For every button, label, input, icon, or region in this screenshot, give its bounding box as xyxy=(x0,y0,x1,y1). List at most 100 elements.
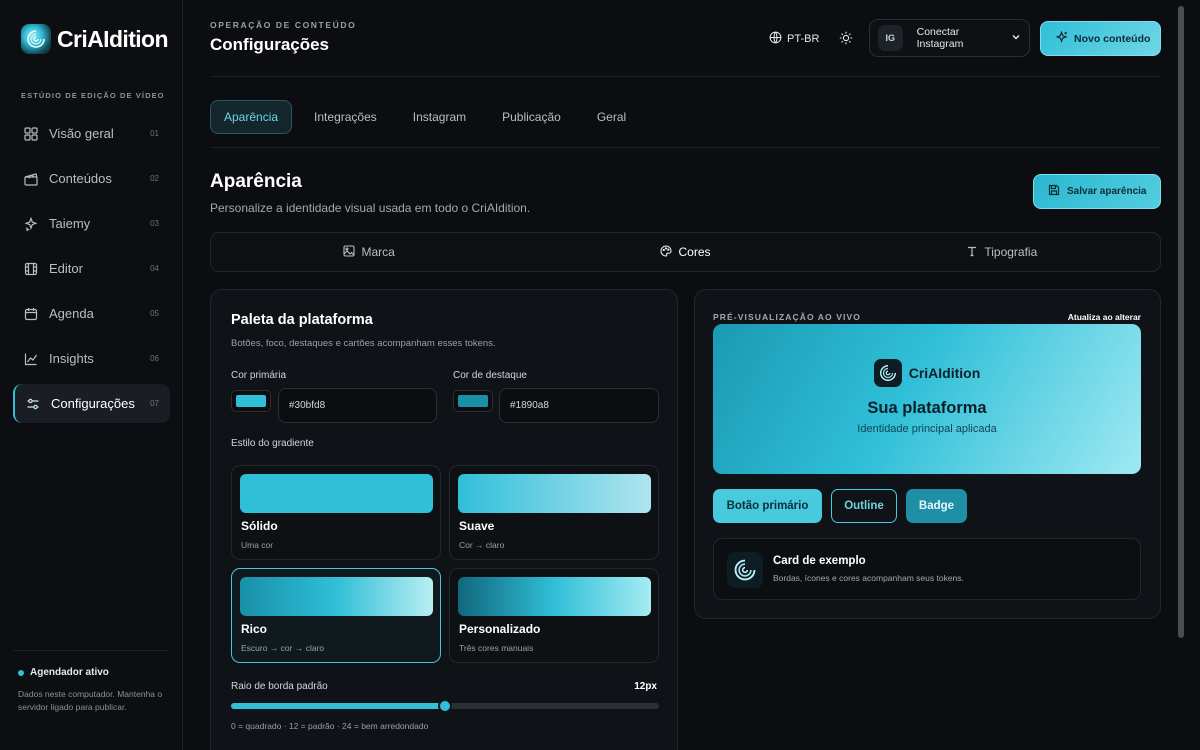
tab-integracoes[interactable]: Integrações xyxy=(300,100,391,134)
sidebar-item-configuracoes[interactable]: Configurações 07 xyxy=(13,384,170,423)
new-content-button[interactable]: Novo conteúdo xyxy=(1040,21,1161,56)
gradient-option-rico[interactable]: Rico Escuro → cor → claro xyxy=(231,568,441,663)
sidebar-item-label: Configurações xyxy=(51,396,135,411)
preview-badge: Badge xyxy=(906,489,967,523)
sidebar-item-label: Agenda xyxy=(49,306,94,321)
tab-aparencia[interactable]: Aparência xyxy=(210,100,293,134)
gradient-name: Rico xyxy=(241,622,268,636)
border-radius-label: Raio de borda padrão xyxy=(231,681,328,692)
brand-name: CriAIdition xyxy=(57,25,169,52)
gradient-option-solido[interactable]: Sólido Uma cor xyxy=(231,465,441,560)
primary-color-swatch[interactable] xyxy=(231,390,271,412)
type-icon xyxy=(966,245,978,260)
preview-brand-name: CriAIdition xyxy=(908,365,981,381)
sidebar-item-label: Visão geral xyxy=(49,126,114,141)
sidebar-item-label: Editor xyxy=(49,261,83,276)
save-appearance-label: Salvar aparência xyxy=(1067,186,1147,197)
subtab-tipografia[interactable]: Tipografia xyxy=(844,233,1160,271)
language-label: PT-BR xyxy=(787,33,820,45)
sidebar-item-number: 07 xyxy=(150,399,159,408)
gradient-description: Cor → claro xyxy=(459,540,505,550)
sidebar-item-editor[interactable]: Editor 04 xyxy=(13,249,170,288)
save-icon xyxy=(1048,184,1060,199)
accent-color-input[interactable] xyxy=(499,388,659,423)
border-radius-slider[interactable] xyxy=(231,699,659,713)
sidebar-item-conteudos[interactable]: Conteúdos 02 xyxy=(13,159,170,198)
preview-title: Sua plataforma xyxy=(867,399,987,417)
gradient-description: Escuro → cor → claro xyxy=(241,643,325,653)
sidebar-item-number: 06 xyxy=(150,354,159,363)
appearance-subtabs: Marca Cores Tipografia xyxy=(210,232,1161,272)
gradient-description: Três cores manuais xyxy=(459,643,534,653)
tab-geral[interactable]: Geral xyxy=(583,100,640,134)
page-scrollbar[interactable] xyxy=(1174,0,1187,750)
sidebar-item-number: 05 xyxy=(150,309,159,318)
sidebar-item-number: 01 xyxy=(150,129,159,138)
preview-hero: CriAIdition Sua plataforma Identidade pr… xyxy=(713,324,1141,474)
palette-icon xyxy=(660,244,673,260)
new-content-label: Novo conteúdo xyxy=(1074,32,1151,45)
grid-icon xyxy=(23,126,38,141)
sidebar-item-number: 02 xyxy=(150,174,159,183)
globe-icon xyxy=(769,31,782,47)
sidebar-item-agenda[interactable]: Agenda 05 xyxy=(13,294,170,333)
gradient-style-label: Estilo do gradiente xyxy=(231,438,314,449)
sample-card-title: Card de exemplo xyxy=(773,555,866,567)
palette-subtitle: Botões, foco, destaques e cartões acompa… xyxy=(231,338,496,349)
instagram-badge: IG xyxy=(878,25,903,51)
sidebar-item-number: 03 xyxy=(150,219,159,228)
gradient-preview xyxy=(458,474,651,513)
slider-fill xyxy=(231,703,445,709)
sidebar-item-taiemy[interactable]: Taiemy 03 xyxy=(13,204,170,243)
status-dot-icon xyxy=(18,669,24,676)
tab-instagram[interactable]: Instagram xyxy=(399,100,480,134)
live-preview-card: PRÉ-VISUALIZAÇÃO AO VIVO Atualiza ao alt… xyxy=(694,289,1161,619)
subtab-label: Tipografia xyxy=(984,245,1038,259)
palette-card: Paleta da plataforma Botões, foco, desta… xyxy=(210,289,678,750)
accent-color-label: Cor de destaque xyxy=(453,370,527,381)
page-caption: OPERAÇÃO DE CONTEÚDO xyxy=(210,20,357,30)
swirl-logo-icon xyxy=(873,359,902,387)
connect-instagram-button[interactable]: IG Conectar Instagram xyxy=(869,19,1030,57)
language-selector[interactable]: PT-BR xyxy=(769,31,819,47)
gradient-option-personalizado[interactable]: Personalizado Três cores manuais xyxy=(449,568,659,663)
sidebar-item-number: 04 xyxy=(150,264,159,273)
slider-thumb[interactable] xyxy=(438,699,452,713)
scheduler-description: Dados neste computador. Mantenha o servi… xyxy=(18,689,163,712)
section-subtitle: Personalize a identidade visual usada em… xyxy=(210,201,531,215)
gradient-preview xyxy=(458,577,651,616)
gradient-option-suave[interactable]: Suave Cor → claro xyxy=(449,465,659,560)
save-appearance-button[interactable]: Salvar aparência xyxy=(1033,174,1161,209)
scheduler-title: Agendador ativo xyxy=(30,667,109,678)
sidebar-caption: ESTÚDIO DE EDIÇÃO DE VÍDEO xyxy=(21,91,165,100)
sidebar-item-visao-geral[interactable]: Visão geral 01 xyxy=(13,114,170,153)
palette-title: Paleta da plataforma xyxy=(231,312,373,328)
chart-line-icon xyxy=(23,351,38,366)
image-icon xyxy=(343,244,356,260)
gradient-name: Suave xyxy=(459,519,495,533)
subtab-label: Marca xyxy=(361,245,395,259)
sidebar-item-label: Insights xyxy=(49,351,94,366)
primary-color-input[interactable] xyxy=(278,388,437,423)
accent-color-swatch[interactable] xyxy=(453,390,493,412)
gradient-name: Personalizado xyxy=(459,622,541,636)
sample-card: Card de exemplo Bordas, ícones e cores a… xyxy=(713,538,1141,600)
swirl-logo-icon xyxy=(727,552,763,588)
subtab-cores[interactable]: Cores xyxy=(527,233,843,271)
sidebar-item-insights[interactable]: Insights 06 xyxy=(13,339,170,378)
gradient-preview xyxy=(240,474,433,513)
tab-publicacao[interactable]: Publicação xyxy=(488,100,575,134)
theme-toggle-button[interactable] xyxy=(839,31,853,45)
page-title: Configurações xyxy=(210,35,330,54)
sidebar-item-label: Conteúdos xyxy=(49,171,112,186)
subtab-marca[interactable]: Marca xyxy=(211,233,527,271)
scrollbar-thumb[interactable] xyxy=(1178,6,1184,638)
sparkles-icon xyxy=(23,216,38,231)
gradient-preview xyxy=(240,577,433,616)
header-divider xyxy=(210,76,1161,77)
preview-subtitle: Identidade principal aplicada xyxy=(857,423,997,435)
brand-logo[interactable]: CriAIdition xyxy=(21,24,169,54)
preview-primary-button[interactable]: Botão primário xyxy=(713,489,822,523)
scheduler-status: Agendador ativo Dados neste computador. … xyxy=(18,667,168,714)
preview-outline-button[interactable]: Outline xyxy=(831,489,897,523)
